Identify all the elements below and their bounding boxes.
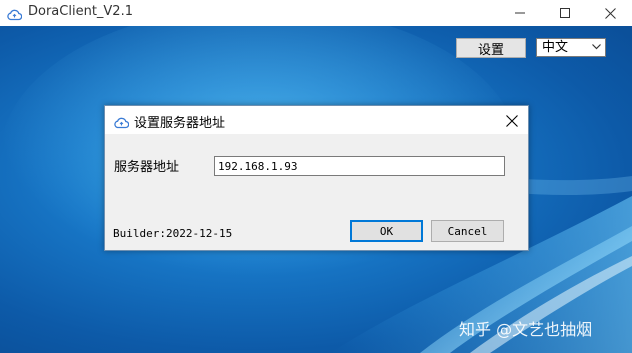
server-address-dialog: 设置服务器地址 服务器地址 Builder:2022-12-15 OK Canc… <box>104 105 529 251</box>
language-value: 中文 <box>542 40 569 55</box>
app-window: DoraClient_V2.1 设置 中文 设置服务器地址 服务器地址 192.… <box>0 0 632 353</box>
window-title: DoraClient_V2.1 <box>28 4 133 19</box>
maximize-button[interactable] <box>542 0 588 26</box>
cancel-button[interactable]: Cancel <box>431 220 504 242</box>
close-icon <box>604 7 616 19</box>
close-icon <box>505 114 518 127</box>
cloud-icon <box>114 114 130 133</box>
dialog-title: 设置服务器地址 <box>134 116 226 131</box>
watermark-text: 知乎 @文艺也抽烟 <box>459 320 593 339</box>
language-select[interactable]: 中文 <box>536 38 606 57</box>
cloud-icon <box>7 6 23 21</box>
chevron-down-icon <box>592 44 601 50</box>
title-bar: DoraClient_V2.1 <box>0 0 632 26</box>
server-address-input[interactable] <box>214 156 505 176</box>
settings-button[interactable]: 设置 <box>456 38 526 58</box>
minimize-icon <box>515 12 525 14</box>
server-address-label: 服务器地址 <box>114 160 180 175</box>
builder-info: Builder:2022-12-15 <box>113 227 233 240</box>
close-button[interactable] <box>587 0 632 26</box>
ok-button[interactable]: OK <box>350 220 423 242</box>
dialog-close-button[interactable] <box>503 112 520 129</box>
dialog-title-bar: 设置服务器地址 <box>105 106 528 134</box>
minimize-button[interactable] <box>497 0 543 26</box>
maximize-icon <box>560 8 570 18</box>
